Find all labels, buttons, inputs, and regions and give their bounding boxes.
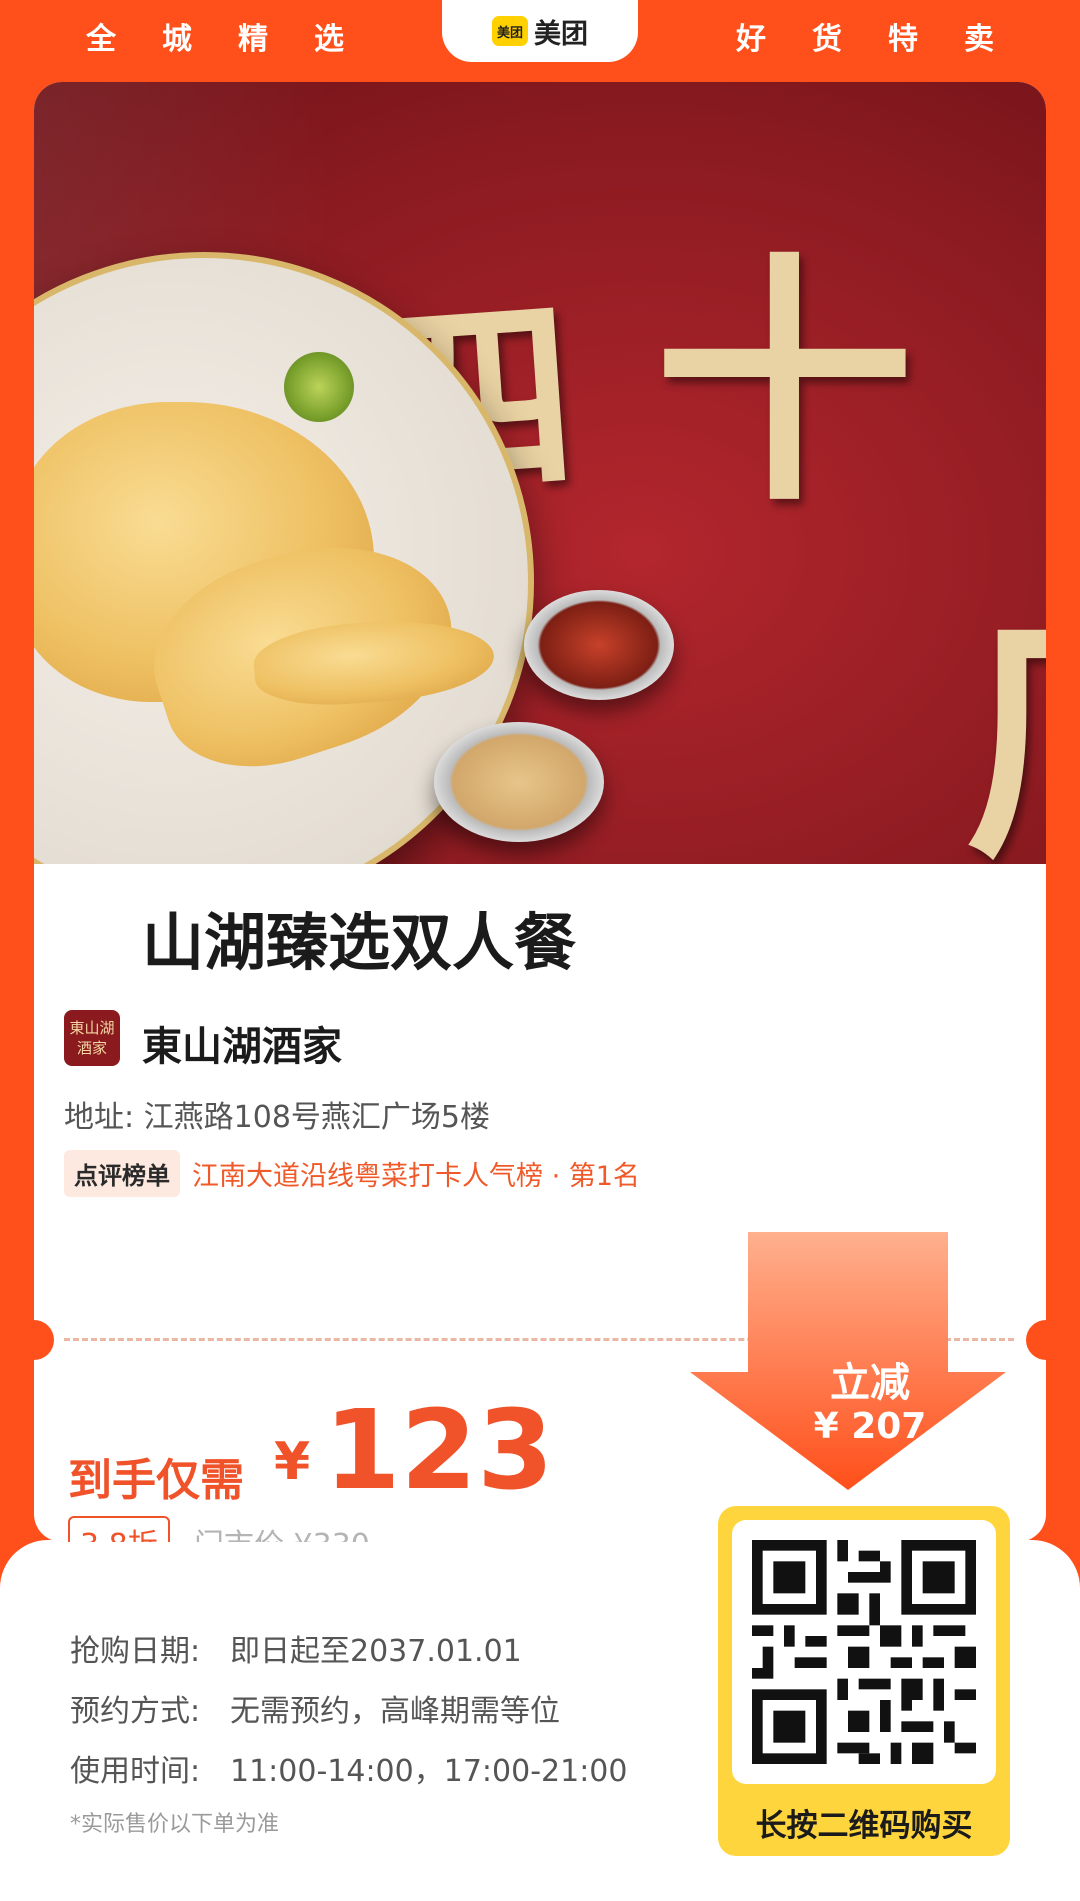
tagline-right: 好 货 特 卖 <box>736 14 996 58</box>
qr-caption: 长按二维码购买 <box>755 1808 973 1844</box>
tagline-char: 好 <box>736 22 768 57</box>
tagline-char: 精 <box>238 22 270 57</box>
detail-value: 无需预约，高峰期需等位 <box>230 1694 560 1729</box>
qr-code[interactable] <box>732 1520 996 1784</box>
qr-code-icon <box>752 1540 976 1764</box>
ranking-badge: 点评榜单 <box>64 1150 180 1197</box>
tagline-char: 全 <box>86 22 118 57</box>
price-amount: 123 <box>324 1386 554 1514</box>
tagline-char: 城 <box>162 22 194 57</box>
price-disclaimer: *实际售价以下单为准 <box>70 1812 280 1837</box>
hero-calligraphy-char: 厂 <box>964 532 1046 864</box>
tagline-char: 卖 <box>964 22 996 57</box>
savings-amount: ¥ 207 <box>813 1406 927 1447</box>
discount-badge: 3.8折 <box>68 1516 170 1542</box>
detail-row: 抢购日期: 即日起至2037.01.01 <box>70 1626 627 1670</box>
detail-value: 即日起至2037.01.01 <box>230 1634 522 1669</box>
tagline-char: 选 <box>314 22 346 57</box>
lime-garnish-illustration <box>284 352 354 422</box>
original-price: 门市价 ¥330 <box>194 1520 370 1542</box>
meituan-logo-icon: 美团 <box>492 16 528 46</box>
ranking-row[interactable]: 点评榜单 江南大道沿线粤菜打卡人气榜 · 第1名 <box>64 1150 640 1197</box>
ginger-sauce-dish <box>434 722 604 842</box>
detail-value: 11:00-14:00，17:00-21:00 <box>230 1754 628 1789</box>
detail-key: 预约方式: <box>70 1694 201 1729</box>
deal-title: 山湖臻选双人餐 <box>142 906 577 979</box>
ranking-text: 江南大道沿线粤菜打卡人气榜 · 第1名 <box>192 1161 640 1192</box>
savings-label: 立减 <box>830 1360 910 1406</box>
purchase-details: 抢购日期: 即日起至2037.01.01 预约方式: 无需预约，高峰期需等位 使… <box>70 1626 627 1838</box>
tagline-char: 特 <box>888 22 920 57</box>
tagline-char: 货 <box>812 22 844 57</box>
shop-address: 地址: 江燕路108号燕汇广场5楼 <box>64 1100 490 1135</box>
detail-key: 抢购日期: <box>70 1634 201 1669</box>
detail-row: 预约方式: 无需预约，高峰期需等位 <box>70 1686 627 1730</box>
meituan-logo-text: 美团 <box>534 18 588 50</box>
price-currency: ¥ <box>274 1432 311 1492</box>
hero-image: 四 十 厂 <box>34 82 1046 864</box>
qr-code-card[interactable]: 长按二维码购买 <box>718 1506 1010 1856</box>
top-bar: 全 城 精 选 美团 美团 好 货 特 卖 <box>0 0 1080 72</box>
detail-key: 使用时间: <box>70 1754 201 1789</box>
shop-name: 東山湖酒家 <box>142 1024 342 1070</box>
detail-row: 使用时间: 11:00-14:00，17:00-21:00 <box>70 1746 627 1790</box>
hero-calligraphy-char: 十 <box>654 231 914 536</box>
tagline-left: 全 城 精 选 <box>86 14 346 58</box>
meituan-logo: 美团 美团 <box>442 0 638 62</box>
ticket-notch-left <box>34 1320 54 1360</box>
ticket-notch-right <box>1026 1320 1046 1360</box>
price-label: 到手仅需 <box>68 1455 244 1506</box>
shop-logo: 東山湖酒家 <box>64 1010 120 1066</box>
chili-sauce-dish <box>524 590 674 700</box>
